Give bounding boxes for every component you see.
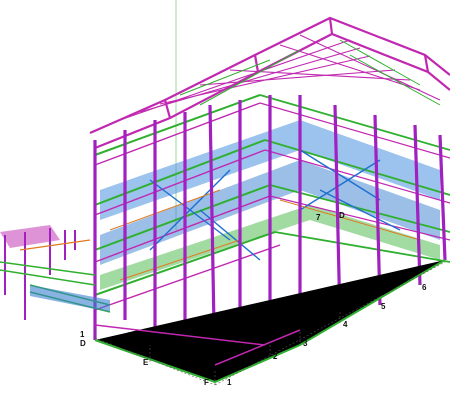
grid-label-1-left: 1 <box>80 330 85 339</box>
grid-label-d-left: D <box>80 339 86 348</box>
grid-label-e: E <box>143 358 149 367</box>
grid-label-5: 5 <box>381 302 386 311</box>
model-viewport-3d[interactable]: 1 D E F 1 2 3 4 5 6 7 D <box>0 0 450 400</box>
grid-label-7: 7 <box>316 213 321 222</box>
grid-label-6: 6 <box>422 283 427 292</box>
grid-label-d-inner: D <box>339 211 345 220</box>
grid-label-f: F <box>204 378 209 387</box>
grid-label-3: 3 <box>303 339 308 348</box>
grid-label-4: 4 <box>343 320 348 329</box>
steel-structure-model[interactable] <box>0 0 450 400</box>
grid-label-2: 2 <box>273 352 278 361</box>
grid-label-1-front: 1 <box>227 378 232 387</box>
